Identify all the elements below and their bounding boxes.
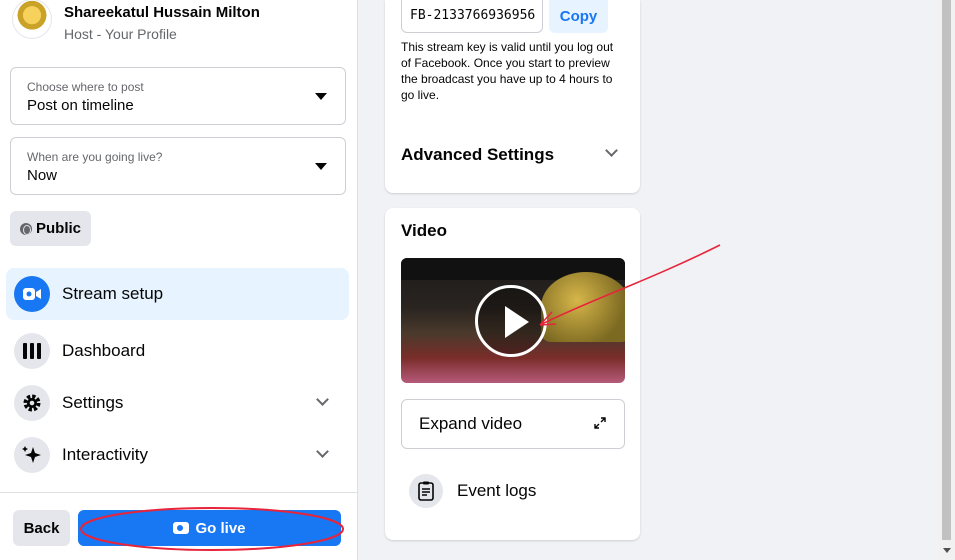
post-target-select[interactable]: Choose where to post Post on timeline	[10, 67, 346, 125]
nav-label: Stream setup	[62, 284, 164, 303]
go-live-time-label: When are you going live?	[27, 150, 163, 164]
advanced-settings-toggle[interactable]: Advanced Settings	[401, 145, 554, 165]
stream-sidebar: Shareekatul Hussain Milton Host - Your P…	[0, 0, 358, 560]
host-profile: Shareekatul Hussain Milton Host - Your P…	[12, 0, 260, 46]
stream-key-note: This stream key is valid until you log o…	[401, 40, 614, 102]
stream-key-field[interactable]: FB-2133766936956	[401, 0, 543, 33]
nav-label: Interactivity	[62, 445, 148, 464]
profile-text: Shareekatul Hussain Milton Host - Your P…	[64, 4, 260, 43]
profile-role: Host - Your Profile	[64, 25, 177, 42]
scroll-down-arrow-icon[interactable]	[943, 548, 951, 553]
video-thumbnail[interactable]	[401, 258, 625, 383]
chevron-down-icon	[316, 393, 329, 406]
globe-icon	[19, 222, 32, 235]
video-card: Video Expand video Event logs	[385, 208, 640, 540]
clipboard-list-icon	[409, 474, 443, 508]
audience-label: Public	[35, 220, 81, 237]
thumbnail-dome	[541, 272, 625, 342]
gear-icon	[14, 385, 50, 421]
video-camera-icon	[14, 276, 50, 312]
sparkle-icon	[14, 437, 50, 473]
play-button[interactable]	[475, 285, 547, 357]
go-live-time-value: Now	[27, 167, 58, 184]
back-button[interactable]: Back	[13, 510, 70, 546]
scrollbar-thumb[interactable]	[942, 0, 951, 540]
nav-label: Settings	[62, 393, 124, 412]
video-title: Video	[401, 221, 447, 240]
expand-icon	[594, 417, 606, 429]
nav-settings[interactable]: Settings	[6, 377, 349, 429]
expand-video-button[interactable]: Expand video	[401, 399, 625, 449]
chevron-down-icon	[316, 445, 329, 458]
page-scrollbar[interactable]	[938, 0, 955, 560]
caret-down-icon	[315, 93, 327, 100]
expand-video-label: Expand video	[419, 414, 523, 433]
copy-button[interactable]: Copy	[549, 0, 608, 33]
go-live-button[interactable]: Go live	[78, 510, 341, 546]
audience-button[interactable]: Public	[10, 211, 91, 246]
chevron-down-icon[interactable]	[605, 144, 618, 157]
avatar	[12, 0, 52, 39]
go-live-time-select[interactable]: When are you going live? Now	[10, 137, 346, 195]
post-target-label: Choose where to post	[27, 80, 144, 94]
profile-name: Shareekatul Hussain Milton	[64, 3, 260, 21]
nav-interactivity[interactable]: Interactivity	[6, 429, 349, 481]
event-logs-label: Event logs	[457, 481, 537, 500]
sidebar-footer: Back Go live	[0, 492, 357, 560]
video-camera-icon	[173, 522, 190, 534]
post-target-value: Post on timeline	[27, 97, 134, 114]
event-logs-item[interactable]: Event logs	[409, 473, 536, 509]
nav-label: Dashboard	[62, 341, 146, 360]
caret-down-icon	[315, 163, 327, 170]
play-icon	[505, 306, 529, 338]
dashboard-bars-icon	[14, 333, 50, 369]
nav-stream-setup[interactable]: Stream setup	[6, 268, 349, 320]
go-live-label: Go live	[195, 519, 246, 537]
stream-key-card: FB-2133766936956 Copy This stream key is…	[385, 0, 640, 193]
nav-dashboard[interactable]: Dashboard	[6, 325, 349, 377]
